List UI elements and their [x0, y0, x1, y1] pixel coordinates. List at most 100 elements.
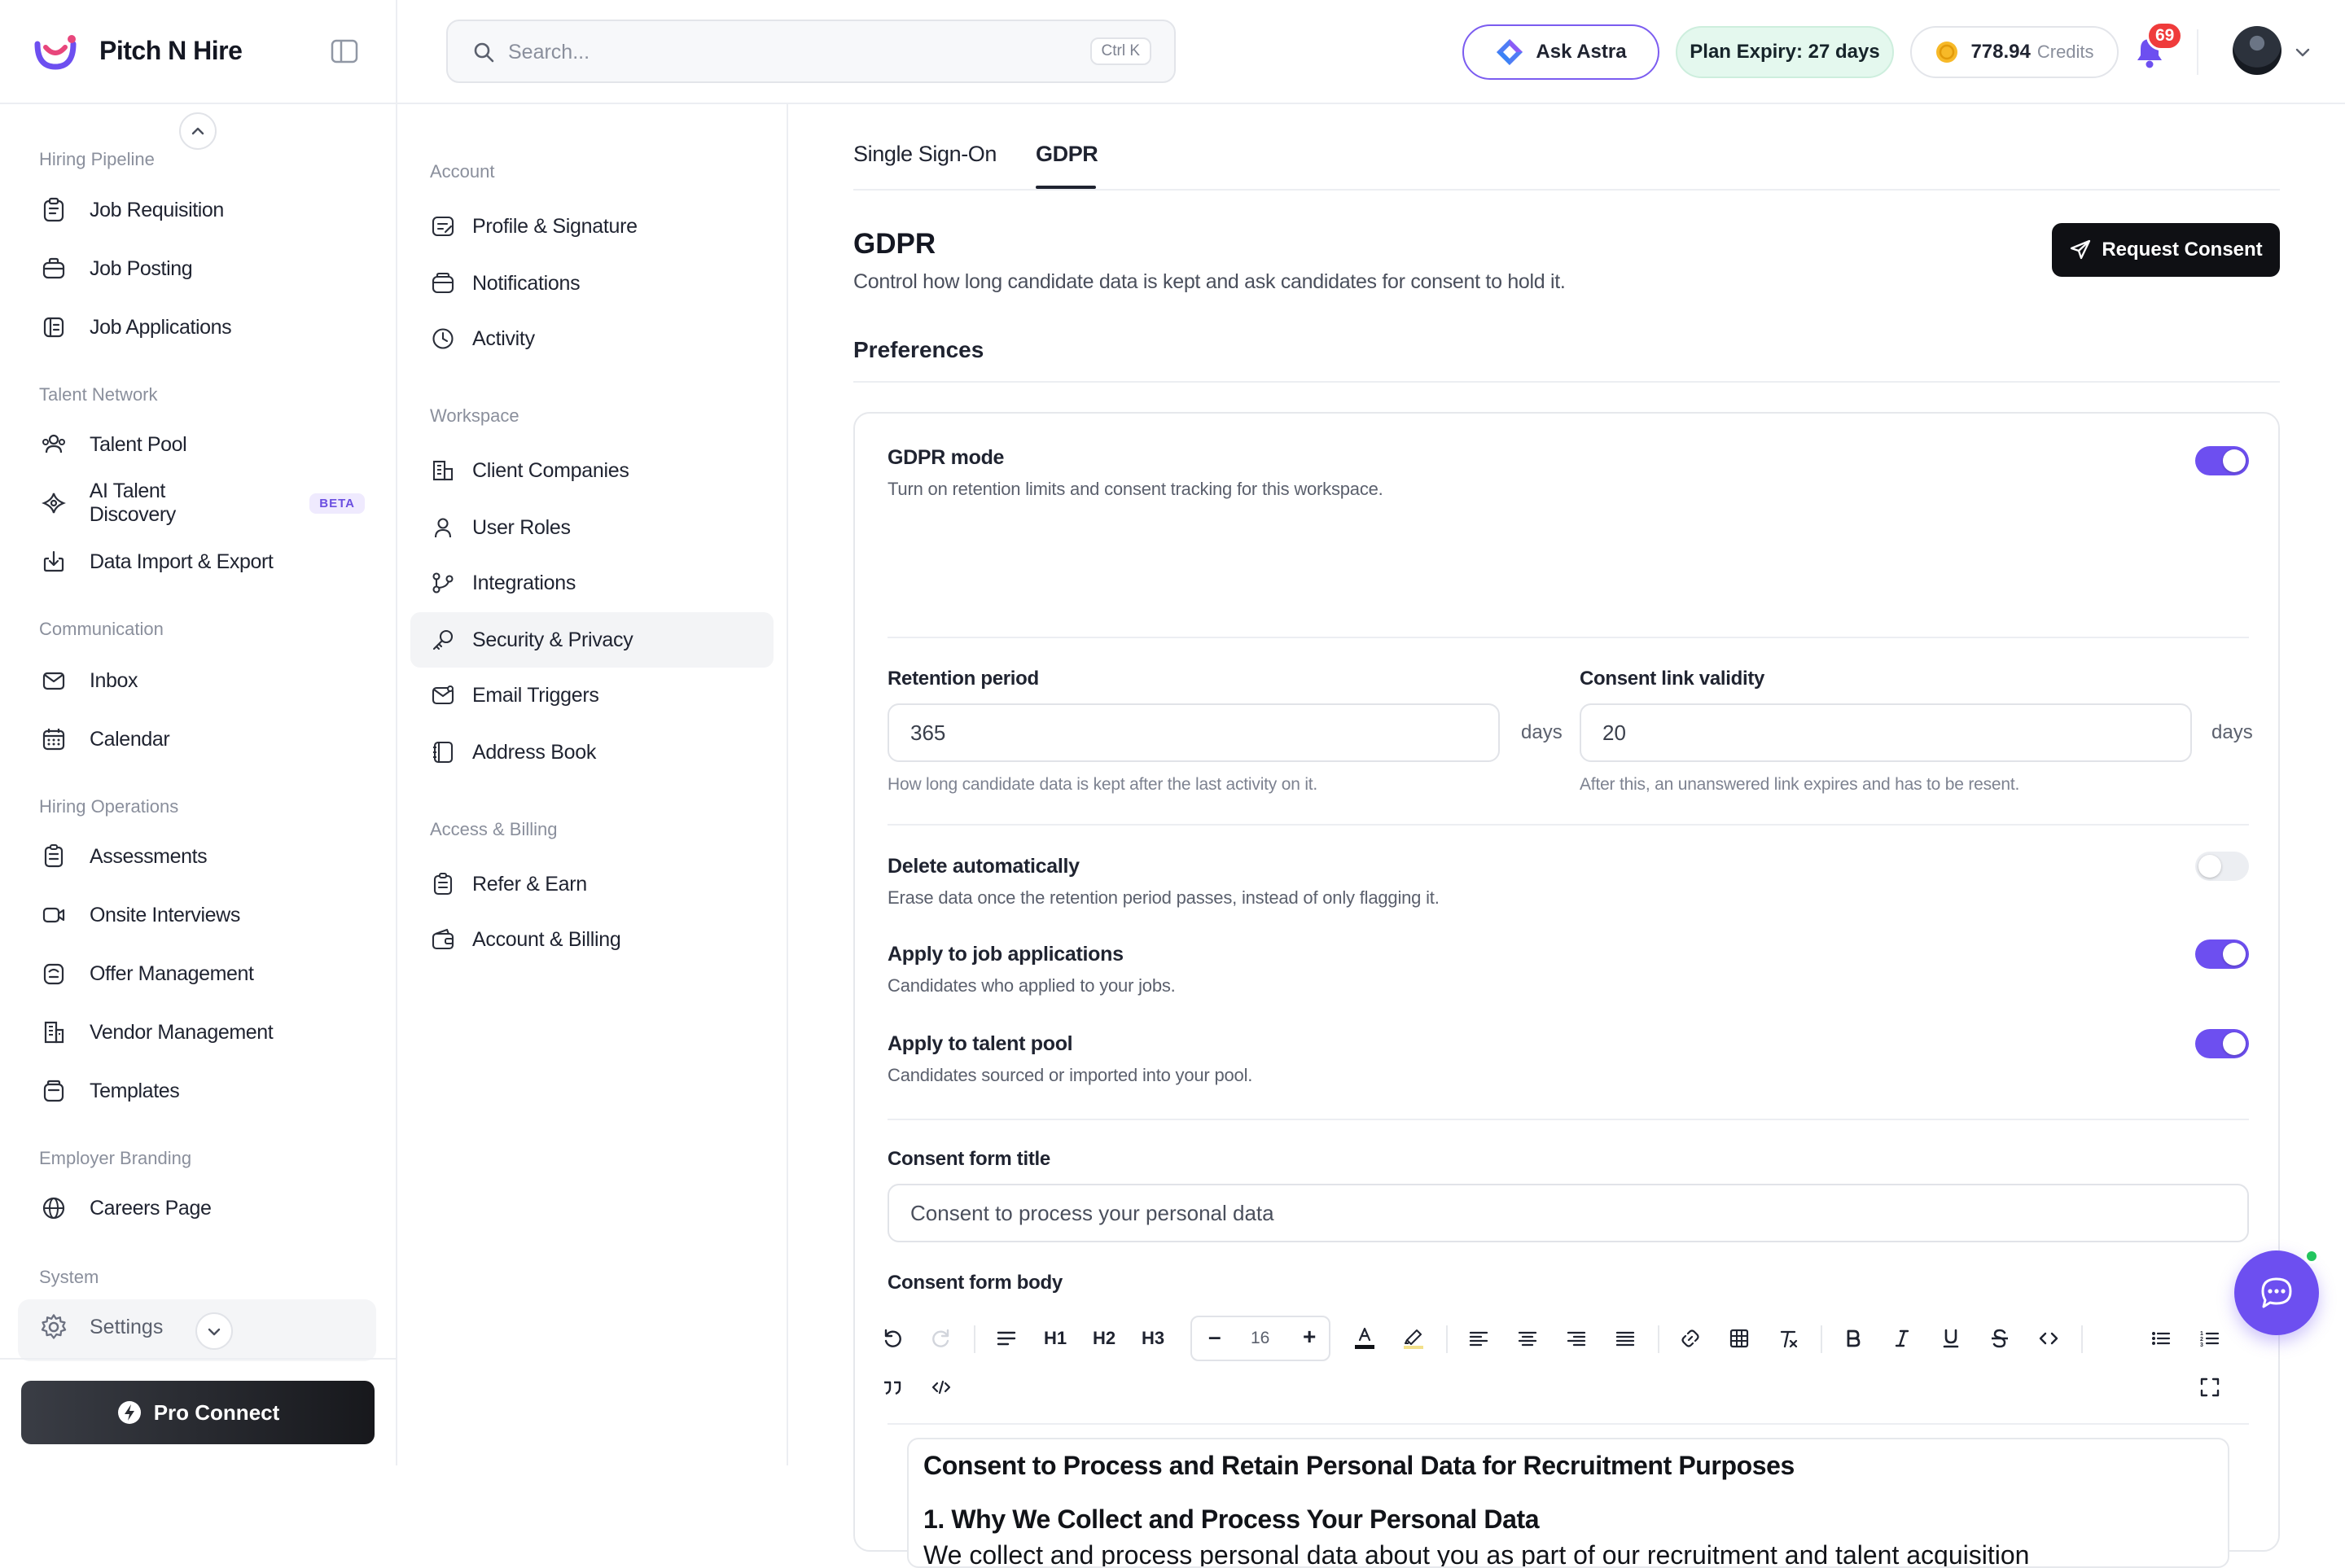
delete-auto-toggle[interactable] — [2195, 852, 2249, 881]
apply-pool-title: Apply to talent pool — [888, 1032, 1073, 1055]
font-size-decrease[interactable]: – — [1208, 1324, 1221, 1350]
user-avatar[interactable] — [2233, 26, 2281, 75]
italic-button[interactable] — [1884, 1321, 1920, 1356]
align-left-button[interactable] — [1461, 1321, 1497, 1356]
strikethrough-button[interactable] — [1982, 1321, 2018, 1356]
sidebar-item-onsite-interviews[interactable]: Onsite Interviews — [39, 897, 365, 933]
bullet-list-button[interactable] — [2143, 1321, 2179, 1356]
tab-single-sign-on[interactable]: Single Sign-On — [853, 142, 997, 167]
italic-icon — [1895, 1329, 1909, 1347]
sidebar-item-templates[interactable]: Templates — [39, 1073, 365, 1109]
subnav-item-refer-earn[interactable]: Refer & Earn — [410, 856, 774, 912]
toolbar-separator — [1658, 1325, 1659, 1353]
font-size-value: 16 — [1251, 1329, 1270, 1347]
refer-icon — [430, 871, 456, 897]
consent-form-title-input[interactable] — [888, 1184, 2249, 1242]
consent-validity-input[interactable] — [1580, 703, 2192, 762]
apply-jobs-toggle[interactable] — [2195, 939, 2249, 969]
font-size-increase[interactable]: + — [1303, 1324, 1316, 1350]
subnav-item-user-roles[interactable]: User Roles — [410, 500, 774, 555]
subnav-item-integrations[interactable]: Integrations — [410, 555, 774, 611]
subnav-item-activity[interactable]: Activity — [410, 311, 774, 366]
sidebar-item-talent-pool[interactable]: Talent Pool — [39, 427, 365, 462]
search-box[interactable]: Ctrl K — [446, 20, 1176, 83]
toolbar-separator — [1821, 1325, 1822, 1353]
sidebar-item-settings[interactable]: Settings — [18, 1299, 376, 1361]
sidebar-item-vendor-management[interactable]: Vendor Management — [39, 1014, 365, 1050]
search-icon — [474, 42, 494, 63]
sidebar-item-label: Job Applications — [90, 315, 232, 339]
subnav-item-profile-signature[interactable]: Profile & Signature — [410, 199, 774, 254]
settings-expand-button[interactable] — [195, 1312, 233, 1350]
underline-button[interactable] — [1933, 1321, 1969, 1356]
bold-button[interactable] — [1835, 1321, 1871, 1356]
chat-support-button[interactable] — [2234, 1250, 2319, 1335]
pro-connect-label: Pro Connect — [153, 1399, 280, 1425]
editor-heading: Consent to Process and Retain Personal D… — [923, 1451, 1795, 1480]
undo-button[interactable] — [874, 1321, 910, 1356]
subnav-item-label: Activity — [472, 326, 535, 350]
sidebar-item-job-requisition[interactable]: Job Requisition — [39, 192, 365, 228]
sidebar-item-data-import-export[interactable]: Data Import & Export — [39, 544, 365, 580]
subnav-item-address-book[interactable]: Address Book — [410, 725, 774, 780]
search-shortcut-hint: Ctrl K — [1089, 37, 1151, 65]
settings-subnav: Account Profile & Signature Notification… — [397, 104, 788, 1465]
request-consent-button[interactable]: Request Consent — [2052, 223, 2280, 277]
link-button[interactable] — [1672, 1321, 1708, 1356]
consent-form-body-editor[interactable]: Consent to Process and Retain Personal D… — [907, 1438, 2229, 1568]
ask-astra-button[interactable]: Ask Astra — [1462, 24, 1659, 80]
sidebar-item-ai-talent-discovery[interactable]: AI Talent Discovery BETA — [39, 480, 365, 526]
search-input[interactable] — [508, 34, 1029, 70]
code-block-button[interactable] — [923, 1369, 959, 1405]
subnav-item-label: Notifications — [472, 271, 581, 295]
heading1-button[interactable]: H1 — [1037, 1321, 1073, 1356]
sidebar-item-assessments[interactable]: Assessments — [39, 839, 365, 874]
blockquote-button[interactable] — [874, 1369, 910, 1405]
gdpr-mode-toggle[interactable] — [2195, 446, 2249, 475]
apply-pool-toggle[interactable] — [2195, 1029, 2249, 1058]
pro-connect-button[interactable]: Pro Connect — [21, 1381, 375, 1444]
subnav-item-security-privacy[interactable]: Security & Privacy — [410, 612, 774, 668]
retention-period-input[interactable] — [888, 703, 1500, 762]
consent-validity-unit: days — [2211, 721, 2253, 743]
redo-button[interactable] — [923, 1321, 959, 1356]
highlight-color-button[interactable] — [1396, 1321, 1431, 1356]
gdpr-preferences-card: GDPR mode Turn on retention limits and c… — [853, 412, 2280, 1568]
sidebar-item-inbox[interactable]: Inbox — [39, 663, 365, 699]
fullscreen-button[interactable] — [2192, 1369, 2228, 1405]
brand-logo-icon[interactable] — [33, 33, 78, 72]
table-button[interactable] — [1721, 1321, 1757, 1356]
subnav-item-client-companies[interactable]: Client Companies — [410, 443, 774, 498]
align-center-button[interactable] — [1510, 1321, 1545, 1356]
chevron-down-icon[interactable] — [2295, 44, 2311, 60]
credits-badge[interactable]: 778.94 Credits — [1910, 26, 2119, 78]
gear-icon — [41, 1314, 67, 1339]
scroll-up-button[interactable] — [179, 112, 217, 150]
subnav-item-account-billing[interactable]: Account & Billing — [410, 912, 774, 967]
sidebar-item-calendar[interactable]: Calendar — [39, 721, 365, 757]
code-button[interactable] — [2031, 1321, 2067, 1356]
credits-label: Credits — [2036, 42, 2094, 62]
editor-section-heading: 1. Why We Collect and Process Your Perso… — [923, 1504, 1540, 1534]
text-color-button[interactable] — [1347, 1321, 1383, 1356]
text-color-icon — [1355, 1327, 1374, 1349]
sidebar-item-careers-page[interactable]: Careers Page — [39, 1190, 365, 1226]
heading2-button[interactable]: H2 — [1086, 1321, 1122, 1356]
tab-gdpr[interactable]: GDPR — [1036, 142, 1098, 167]
heading3-button[interactable]: H3 — [1135, 1321, 1171, 1356]
sidebar-collapse-icon[interactable] — [331, 39, 358, 64]
clear-format-button[interactable] — [1770, 1321, 1806, 1356]
sidebar-item-label: Templates — [90, 1079, 180, 1102]
align-justify-button[interactable] — [1607, 1321, 1643, 1356]
font-size-stepper[interactable]: – 16 + — [1190, 1316, 1330, 1361]
paragraph-button[interactable] — [988, 1321, 1024, 1356]
align-right-button[interactable] — [1558, 1321, 1594, 1356]
sidebar-item-offer-management[interactable]: Offer Management — [39, 956, 365, 992]
subnav-item-email-triggers[interactable]: Email Triggers — [410, 668, 774, 723]
sidebar-item-job-applications[interactable]: Job Applications — [39, 309, 365, 345]
sidebar-item-label: Talent Pool — [90, 432, 187, 456]
subnav-item-label: Security & Privacy — [472, 628, 633, 651]
subnav-item-notifications[interactable]: Notifications — [410, 256, 774, 311]
ordered-list-button[interactable]: 123 — [2192, 1321, 2228, 1356]
sidebar-item-job-posting[interactable]: Job Posting — [39, 251, 365, 287]
